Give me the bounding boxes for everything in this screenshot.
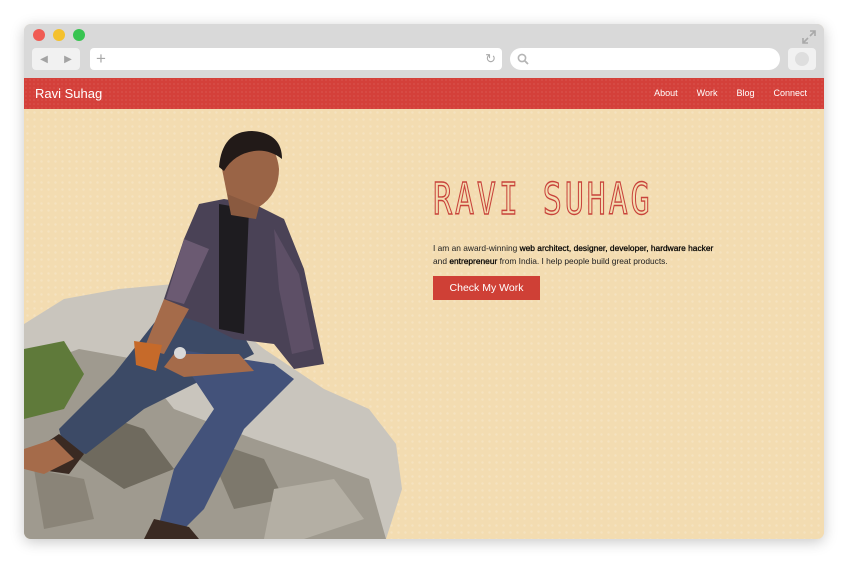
forward-arrow-icon[interactable]: ▶ — [56, 48, 80, 70]
maximize-window-button[interactable] — [73, 29, 85, 41]
browser-window: ◀ ▶ + ↻ Ravi Suhag About Work Blog Conne… — [24, 24, 824, 539]
portrait-photo — [24, 131, 402, 539]
nav-link-about[interactable]: About — [654, 78, 678, 109]
bio-intro: I am an award-winning — [433, 243, 520, 254]
extension-button[interactable] — [788, 48, 816, 70]
bio-role-entrepreneur: entrepreneur — [449, 255, 498, 266]
nav-link-connect[interactable]: Connect — [773, 78, 807, 109]
nav-link-blog[interactable]: Blog — [736, 78, 754, 109]
new-tab-icon[interactable]: + — [96, 49, 106, 69]
bio-roles: web architect, designer, developer, hard… — [519, 243, 714, 254]
back-arrow-icon[interactable]: ◀ — [32, 48, 56, 70]
minimize-window-button[interactable] — [53, 29, 65, 41]
search-bar[interactable] — [510, 48, 780, 70]
brand-logo[interactable]: Ravi Suhag — [35, 78, 102, 109]
main-menu: About Work Blog Connect — [635, 78, 807, 109]
bio-outro: from India. I help people build great pr… — [497, 255, 668, 266]
search-icon — [517, 53, 529, 65]
reload-icon[interactable]: ↻ — [485, 51, 496, 67]
history-nav: ◀ ▶ — [32, 48, 80, 70]
address-bar[interactable]: + ↻ — [90, 48, 502, 70]
bio-and: and — [433, 255, 450, 266]
fullscreen-icon[interactable] — [802, 30, 816, 44]
browser-chrome: ◀ ▶ + ↻ — [24, 24, 824, 78]
hero-section: RAVI SUHAG I am an award-winning web arc… — [24, 109, 824, 539]
site-navbar: Ravi Suhag About Work Blog Connect — [24, 78, 824, 109]
hero-bio: I am an award-winning web architect, des… — [433, 242, 733, 267]
check-my-work-button[interactable]: Check My Work — [433, 276, 540, 300]
nav-link-work[interactable]: Work — [697, 78, 718, 109]
hero-title: RAVI SUHAG — [432, 174, 653, 225]
close-window-button[interactable] — [33, 29, 45, 41]
